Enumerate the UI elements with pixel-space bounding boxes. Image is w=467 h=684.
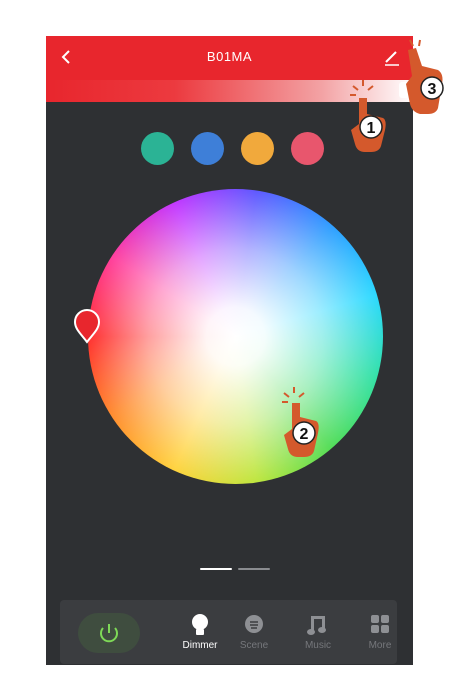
scene-icon [245,615,263,633]
step-number: 3 [428,81,437,98]
tap-hand-icon: 1 [350,80,386,152]
preset-color-blue[interactable] [191,132,224,165]
color-wheel[interactable] [88,189,383,484]
tab-more[interactable]: More [356,612,404,651]
tab-music[interactable]: Music [294,612,342,651]
preset-color-orange[interactable] [241,132,274,165]
bottom-tab-bar: Dimmer Scene Music More [60,600,397,664]
tab-dimmer[interactable]: Dimmer [176,612,224,651]
tap-hand-icon: 3 [406,39,444,114]
preset-color-red[interactable] [291,132,324,165]
page-dot-active [200,568,232,570]
tab-label: Music [304,640,332,651]
preset-colors [141,132,324,165]
page-dot [238,568,270,570]
page-indicator [200,568,270,570]
power-icon [100,624,118,643]
music-note-icon [307,616,326,635]
page-title: B01MA [206,49,253,64]
power-button[interactable] [78,613,140,653]
tap-hand-icon: 2 [282,387,319,457]
step-number: 1 [367,120,376,137]
tab-label: Scene [239,640,269,651]
grid-icon [371,615,389,633]
preset-color-green[interactable] [141,132,174,165]
location-pin-icon[interactable] [72,308,102,344]
tab-scene[interactable]: Scene [230,612,278,651]
bulb-icon [192,614,208,635]
tab-label: More [368,640,392,651]
step-number: 2 [300,426,309,443]
tab-label: Dimmer [182,640,218,651]
header-bar: B01MA [46,36,413,80]
